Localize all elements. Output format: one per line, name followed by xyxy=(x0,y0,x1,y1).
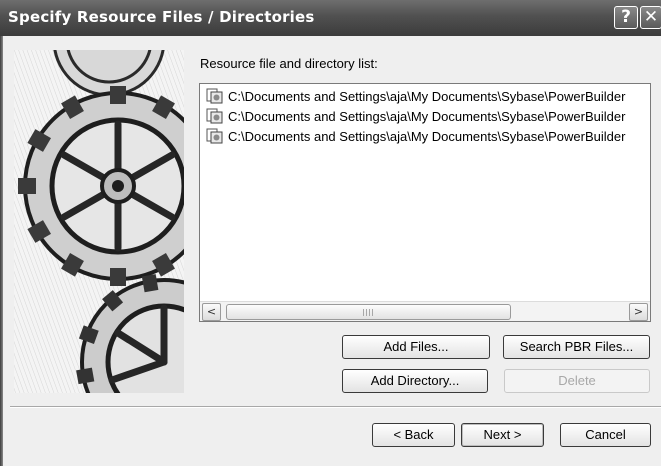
help-button[interactable]: ? xyxy=(614,6,638,29)
delete-button[interactable]: Delete xyxy=(504,369,650,393)
list-item[interactable]: C:\Documents and Settings\aja\My Documen… xyxy=(206,87,650,106)
resource-file-icon xyxy=(206,108,223,124)
add-directory-button[interactable]: Add Directory... xyxy=(342,369,488,393)
resource-file-icon xyxy=(206,88,223,104)
scroll-right-button[interactable]: > xyxy=(629,303,648,321)
list-item-path: C:\Documents and Settings\aja\My Documen… xyxy=(228,129,626,144)
scroll-left-button[interactable]: < xyxy=(202,303,221,321)
add-files-button[interactable]: Add Files... xyxy=(342,335,490,359)
next-button[interactable]: Next > xyxy=(461,423,544,447)
close-button[interactable]: ✕ xyxy=(640,6,661,29)
window-title: Specify Resource Files / Directories xyxy=(8,8,315,26)
list-item[interactable]: C:\Documents and Settings\aja\My Documen… xyxy=(206,107,650,126)
title-bar: Specify Resource Files / Directories ? ✕ xyxy=(0,0,661,36)
list-item[interactable]: C:\Documents and Settings\aja\My Documen… xyxy=(206,127,650,146)
horizontal-scrollbar[interactable]: < > xyxy=(200,301,650,321)
cancel-button[interactable]: Cancel xyxy=(560,423,651,447)
list-item-path: C:\Documents and Settings\aja\My Documen… xyxy=(228,109,626,124)
resource-list[interactable]: C:\Documents and Settings\aja\My Documen… xyxy=(199,83,651,322)
scrollbar-grip xyxy=(363,309,374,316)
resource-list-label: Resource file and directory list: xyxy=(200,56,378,71)
back-button[interactable]: < Back xyxy=(372,423,455,447)
gears-illustration xyxy=(14,50,184,393)
search-pbr-files-button[interactable]: Search PBR Files... xyxy=(503,335,650,359)
window-frame-left xyxy=(0,36,3,466)
scrollbar-thumb[interactable] xyxy=(226,304,511,320)
footer-separator xyxy=(10,406,661,408)
list-item-path: C:\Documents and Settings\aja\My Documen… xyxy=(228,89,626,104)
resource-file-icon xyxy=(206,128,223,144)
